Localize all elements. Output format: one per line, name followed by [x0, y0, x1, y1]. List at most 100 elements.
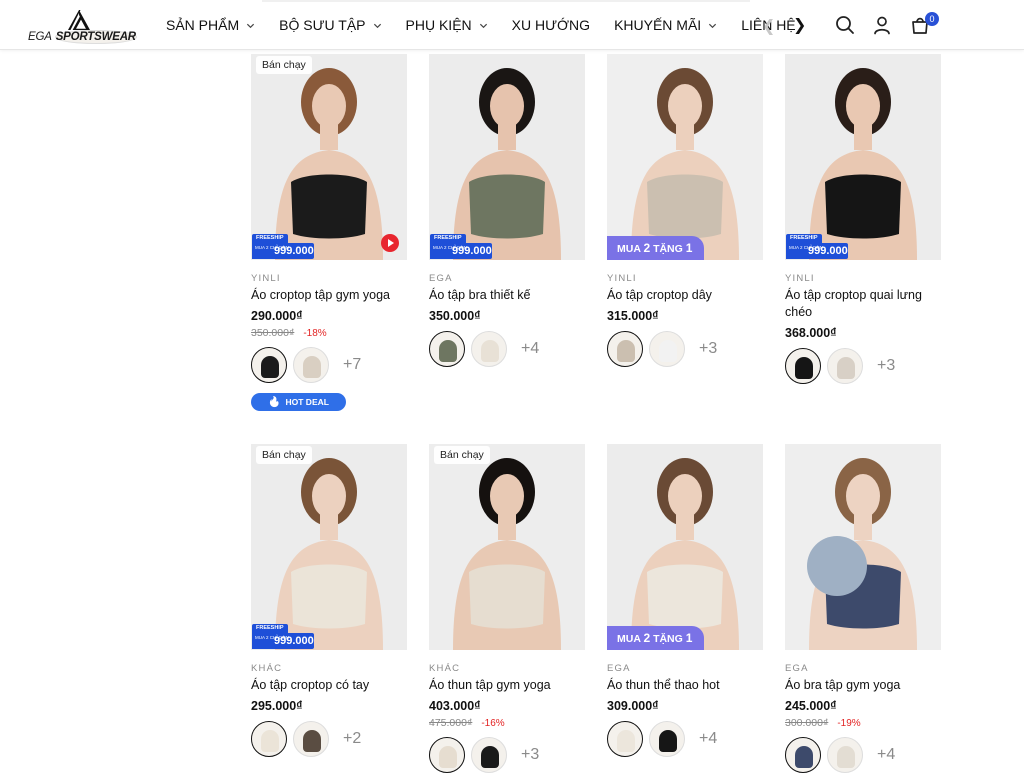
freeship-label: FREESHIP	[252, 234, 288, 243]
nav-item[interactable]: KHUYẾN MÃI	[614, 17, 717, 33]
nav-item-label: XU HƯỚNG	[511, 17, 591, 33]
product-image[interactable]: Bán chạy FREESHIP MUA 2 CHỈ CÒN 999.000	[251, 54, 407, 260]
color-swatch[interactable]	[607, 331, 643, 367]
nav-item-label: BỘ SƯU TẬP	[279, 17, 366, 33]
product-image[interactable]: FREESHIP MUA 2 CHỈ CÒN 999.000	[785, 54, 941, 260]
product-card[interactable]: Bán chạy KHÁC Áo thun tập gym yoga 403.000₫…	[429, 444, 585, 773]
color-swatch[interactable]	[649, 721, 685, 757]
nav-prev-arrow-icon[interactable]: ❮	[762, 16, 775, 36]
color-swatch[interactable]	[471, 737, 507, 773]
product-name[interactable]: Áo tập croptop dây	[607, 287, 763, 304]
color-swatch[interactable]	[251, 721, 287, 757]
color-swatch[interactable]	[785, 348, 821, 384]
product-card[interactable]: FREESHIP MUA 2 CHỈ CÒN 999.000 YINLI Áo tập …	[785, 54, 941, 384]
more-colors-count[interactable]: +3	[699, 340, 717, 358]
hot-deal-label: HOT DEAL	[285, 397, 329, 407]
best-seller-badge: Bán chạy	[434, 446, 490, 464]
color-swatches: +7	[251, 347, 407, 383]
old-price: 350.000₫	[251, 327, 295, 339]
color-swatch[interactable]	[827, 348, 863, 384]
product-name[interactable]: Áo tập croptop quai lưng chéo	[785, 287, 941, 321]
freeship-offer: MUA 2 CHỈ CÒN 999.000	[252, 633, 314, 649]
product-card[interactable]: Bán chạy FREESHIP MUA 2 CHỈ CÒN 999.000 YINL…	[251, 54, 407, 411]
color-swatch[interactable]	[649, 331, 685, 367]
color-swatch[interactable]	[785, 737, 821, 773]
color-swatch[interactable]	[293, 347, 329, 383]
product-name[interactable]: Áo bra tập gym yoga	[785, 677, 941, 694]
flame-icon: 🔥	[268, 396, 281, 408]
old-price-row: 300.000₫ -19%	[785, 717, 941, 729]
product-card[interactable]: MUA 2 TẶNG 1 EGA Áo thun thể thao hot 309.0…	[607, 444, 763, 757]
cart-count-badge: 0	[925, 12, 939, 26]
freeship-mua-text: MUA 2 CHỈ CÒN	[255, 635, 289, 640]
product-image[interactable]: MUA 2 TẶNG 1	[607, 54, 763, 260]
color-swatch[interactable]	[429, 331, 465, 367]
product-brand: EGA	[607, 663, 631, 674]
product-card[interactable]: MUA 2 TẶNG 1 YINLI Áo tập croptop dây 315.0…	[607, 54, 763, 367]
product-name[interactable]: Áo tập bra thiết kế	[429, 287, 585, 304]
search-icon[interactable]	[835, 15, 855, 35]
nav-item[interactable]: SẢN PHẨM	[166, 17, 255, 33]
color-swatches: +3	[429, 737, 585, 773]
more-colors-count[interactable]: +3	[877, 357, 895, 375]
logo-mark-icon	[68, 10, 90, 30]
logo[interactable]: EGA SPORTSWEAR	[28, 8, 137, 44]
product-card[interactable]: FREESHIP MUA 2 CHỈ CÒN 999.000 EGA Áo tập br…	[429, 54, 585, 367]
product-name[interactable]: Áo thun tập gym yoga	[429, 677, 585, 694]
chevron-down-icon	[479, 23, 487, 28]
model-photo	[807, 458, 917, 650]
best-seller-badge: Bán chạy	[256, 56, 312, 74]
nav-item[interactable]: BỘ SƯU TẬP	[279, 17, 381, 33]
freeship-mua-text: MUA 2 CHỈ CÒN	[255, 245, 289, 250]
logo-text: EGA SPORTSWEAR	[28, 30, 137, 44]
product-image[interactable]: Bán chạy	[429, 444, 585, 650]
color-swatch[interactable]	[827, 737, 863, 773]
freeship-offer: MUA 2 CHỈ CÒN 999.000	[786, 243, 848, 259]
user-icon[interactable]	[872, 15, 892, 35]
more-colors-count[interactable]: +4	[877, 746, 895, 764]
promo-pre: MUA	[617, 243, 641, 255]
best-seller-badge: Bán chạy	[256, 446, 312, 464]
product-image[interactable]: FREESHIP MUA 2 CHỈ CÒN 999.000	[429, 54, 585, 260]
color-swatch[interactable]	[293, 721, 329, 757]
more-colors-count[interactable]: +2	[343, 730, 361, 748]
product-image[interactable]: Bán chạy FREESHIP MUA 2 CHỈ CÒN 999.000	[251, 444, 407, 650]
more-colors-count[interactable]: +4	[521, 340, 539, 358]
product-image[interactable]: MUA 2 TẶNG 1	[607, 444, 763, 650]
product-card[interactable]: Bán chạy FREESHIP MUA 2 CHỈ CÒN 999.000 KHÁC…	[251, 444, 407, 757]
product-price: 368.000₫	[785, 326, 837, 340]
more-colors-count[interactable]: +3	[521, 746, 539, 764]
product-brand: KHÁC	[429, 663, 461, 674]
more-colors-count[interactable]: +4	[699, 730, 717, 748]
promo-post: TẶNG	[653, 633, 683, 645]
color-swatch[interactable]	[251, 347, 287, 383]
product-image[interactable]	[785, 444, 941, 650]
promo-ribbon: MUA 2 TẶNG 1	[607, 236, 705, 260]
old-price: 475.000₫	[429, 717, 473, 729]
product-brand: EGA	[785, 663, 809, 674]
color-swatch[interactable]	[429, 737, 465, 773]
more-colors-count[interactable]: +7	[343, 356, 361, 374]
product-card[interactable]: EGA Áo bra tập gym yoga 245.000₫ 300.000₫ -1…	[785, 444, 941, 773]
color-swatch[interactable]	[471, 331, 507, 367]
promo-gift: 1	[685, 241, 693, 255]
product-price: 290.000₫	[251, 309, 303, 323]
freeship-mua-text: MUA 2 CHỈ CÒN	[789, 245, 823, 250]
nav-item[interactable]: PHỤ KIỆN	[406, 17, 488, 33]
hot-deal-button[interactable]: 🔥 HOT DEAL	[251, 393, 346, 411]
discount-badge: -18%	[303, 327, 327, 339]
model-photo	[631, 458, 739, 650]
product-name[interactable]: Áo thun thể thao hot	[607, 677, 763, 694]
nav-next-arrow-icon[interactable]: ❯	[793, 15, 806, 35]
product-name[interactable]: Áo tập croptop có tay	[251, 677, 407, 694]
product-brand: EGA	[429, 273, 453, 284]
nav-item[interactable]: XU HƯỚNG	[512, 17, 590, 33]
product-brand: KHÁC	[251, 663, 283, 674]
color-swatch[interactable]	[607, 721, 643, 757]
model-photo	[275, 458, 383, 650]
product-name[interactable]: Áo croptop tập gym yoga	[251, 287, 407, 304]
model-photo	[809, 68, 917, 260]
play-video-icon[interactable]	[381, 234, 399, 252]
nav-item-label: KHUYẾN MÃI	[614, 17, 702, 33]
old-price-row: 350.000₫ -18%	[251, 327, 407, 339]
